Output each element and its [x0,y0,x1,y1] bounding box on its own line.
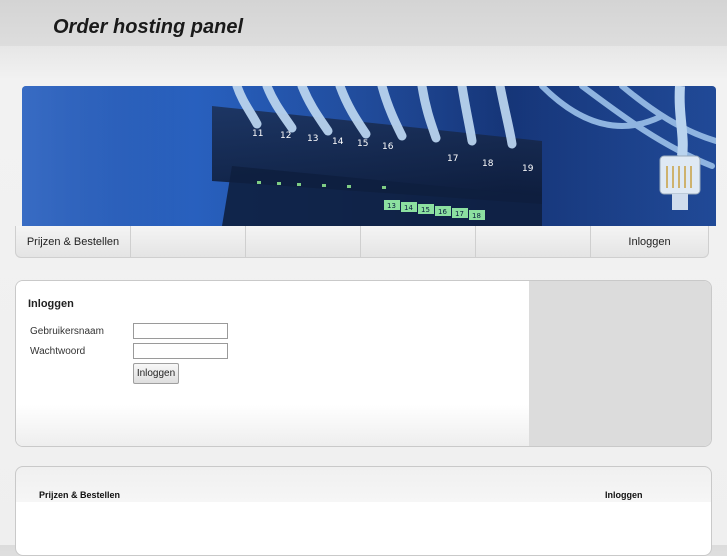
site-title: Order hosting panel [53,16,244,38]
port-number-label: 17 [447,154,458,164]
port-number-label: 19 [522,164,534,174]
port-number-label: 18 [472,212,481,220]
nav-item-empty-5[interactable] [476,226,591,257]
port-number-label: 12 [280,131,291,141]
header-banner-image: 11 12 13 14 15 16 17 18 19 13 14 15 16 17 18 [22,86,716,226]
nav-item-login[interactable]: Inloggen [591,226,708,257]
port-number-label: 13 [307,134,318,144]
login-panel: Inloggen Gebruikersnaam Wachtwoord Inlog… [15,280,712,447]
nav-item-empty-4[interactable] [361,226,476,257]
login-form-area: Inloggen Gebruikersnaam Wachtwoord Inlog… [16,281,529,446]
port-number-label: 13 [387,202,396,210]
port-number-label: 16 [382,142,394,152]
main-nav: Prijzen & Bestellen Inloggen [15,226,709,258]
network-switch-illustration: 11 12 13 14 15 16 17 18 19 13 14 15 16 17 18 [22,86,716,226]
footer-link-prices-order[interactable]: Prijzen & Bestellen [39,490,120,500]
header-bar: Order hosting panel [0,0,727,46]
login-sidebar [529,281,711,446]
port-number-label: 15 [421,206,430,214]
port-number-label: 15 [357,139,368,149]
port-number-label: 16 [438,208,447,216]
nav-item-empty-3[interactable] [246,226,361,257]
port-number-label: 18 [482,159,494,169]
nav-item-empty-2[interactable] [131,226,246,257]
login-title: Inloggen [28,298,74,310]
username-field[interactable] [133,323,228,339]
nav-item-prices-order[interactable]: Prijzen & Bestellen [16,226,131,257]
footer: Prijzen & Bestellen Inloggen [15,466,712,556]
password-field[interactable] [133,343,228,359]
port-number-label: 14 [332,137,344,147]
username-label: Gebruikersnaam [30,326,104,337]
port-number-label: 17 [455,210,464,218]
port-number-label: 14 [404,204,413,212]
port-number-label: 11 [252,129,263,139]
login-button[interactable]: Inloggen [133,363,179,384]
footer-link-login[interactable]: Inloggen [605,490,643,500]
password-label: Wachtwoord [30,346,86,357]
